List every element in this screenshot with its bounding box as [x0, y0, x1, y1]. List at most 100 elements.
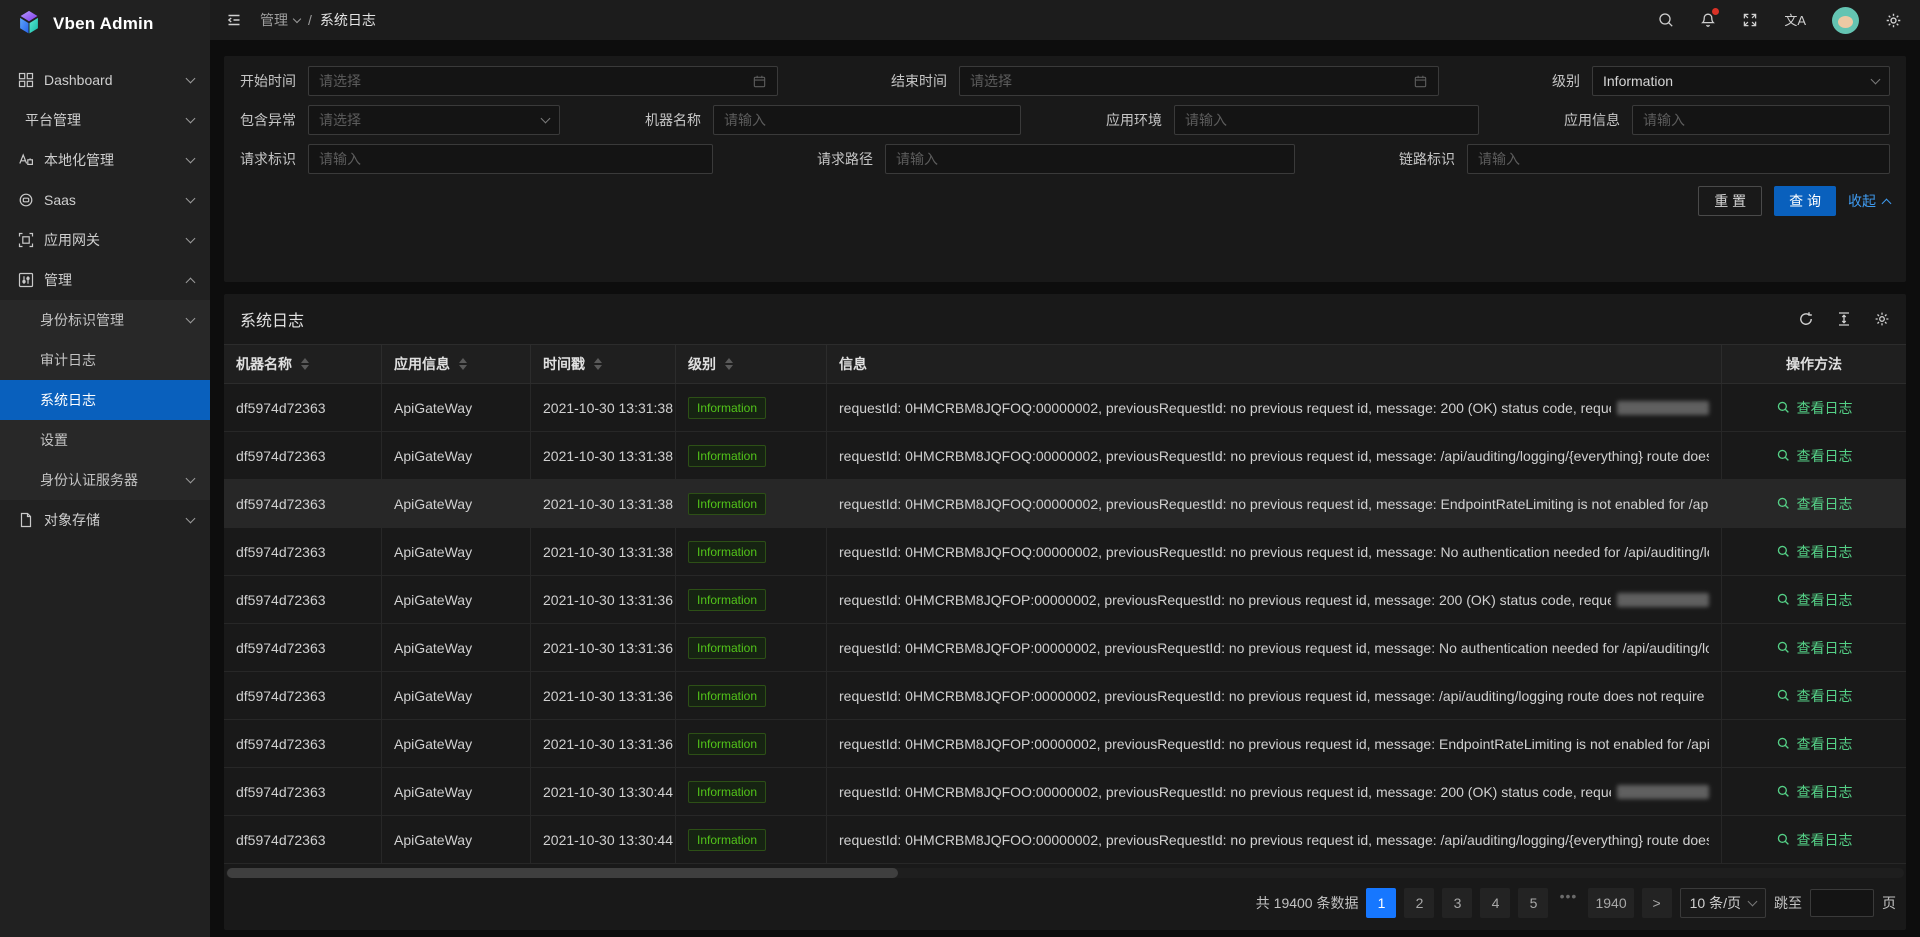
notification-badge	[1712, 8, 1719, 15]
column-settings-gear-icon[interactable]	[1874, 311, 1890, 327]
row-height-icon[interactable]	[1836, 311, 1852, 327]
view-log-action[interactable]: 查看日志	[1722, 432, 1906, 480]
cell-app-info: ApiGateWay	[382, 768, 531, 816]
sidebar-item-settings[interactable]: 设置	[0, 420, 210, 460]
column-header-app-info[interactable]: 应用信息	[382, 345, 531, 384]
view-log-action[interactable]: 查看日志	[1722, 528, 1906, 576]
chevron-down-icon	[186, 314, 196, 324]
management-icon	[18, 272, 34, 288]
sort-icon[interactable]	[594, 358, 602, 370]
view-log-action[interactable]: 查看日志	[1722, 384, 1906, 432]
sort-icon[interactable]	[301, 358, 309, 370]
magnifier-icon	[1776, 592, 1791, 607]
app-root: Vben Admin Dashboard 平台管理 本地化管理	[0, 0, 1920, 937]
page-button-2[interactable]: 2	[1404, 888, 1434, 918]
avatar[interactable]	[1832, 7, 1859, 34]
menu-fold-icon[interactable]	[226, 12, 242, 28]
table-row[interactable]: df5974d72363ApiGateWay2021-10-30 13:30:4…	[224, 768, 1906, 816]
sort-icon[interactable]	[725, 358, 733, 370]
reset-button[interactable]: 重 置	[1698, 186, 1762, 216]
table-row[interactable]: df5974d72363ApiGateWay2021-10-30 13:31:3…	[224, 720, 1906, 768]
sort-icon[interactable]	[459, 358, 467, 370]
search-icon[interactable]	[1658, 12, 1674, 28]
column-header-level[interactable]: 级别	[676, 345, 827, 384]
next-page-button[interactable]: >	[1642, 888, 1672, 918]
settings-gear-icon[interactable]	[1885, 12, 1902, 29]
cell-machine-name: df5974d72363	[224, 816, 382, 864]
page-button-5[interactable]: 5	[1518, 888, 1548, 918]
level-select[interactable]: Information	[1592, 66, 1890, 96]
table-row[interactable]: df5974d72363ApiGateWay2021-10-30 13:31:3…	[224, 576, 1906, 624]
magnifier-icon	[1776, 784, 1791, 799]
page-button-1940[interactable]: 1940	[1588, 888, 1633, 918]
cell-app-info: ApiGateWay	[382, 672, 531, 720]
view-log-action[interactable]: 查看日志	[1722, 480, 1906, 528]
table-row[interactable]: df5974d72363ApiGateWay2021-10-30 13:30:4…	[224, 816, 1906, 864]
horizontal-scrollbar[interactable]	[226, 868, 1904, 878]
page-button-1[interactable]: 1	[1366, 888, 1396, 918]
pagination: 共 19400 条数据 12345•••1940 > 10 条/页 跳至 页	[224, 880, 1906, 930]
environment-input[interactable]	[1174, 105, 1479, 135]
sidebar-item-auth-server[interactable]: 身份认证服务器	[0, 460, 210, 500]
sidebar: Vben Admin Dashboard 平台管理 本地化管理	[0, 0, 210, 937]
start-time-picker[interactable]: 请选择	[308, 66, 778, 96]
sidebar-item-gateway[interactable]: 应用网关	[0, 220, 210, 260]
sidebar-item-management[interactable]: 管理	[0, 260, 210, 300]
sidebar-menu: Dashboard 平台管理 本地化管理 Saas	[0, 48, 210, 540]
filter-panel: 开始时间 请选择 结束时间 请选择	[224, 56, 1906, 282]
view-log-action[interactable]: 查看日志	[1722, 720, 1906, 768]
table-row[interactable]: df5974d72363ApiGateWay2021-10-30 13:31:3…	[224, 624, 1906, 672]
exception-field: 包含异常 请选择	[240, 105, 560, 135]
scrollbar-thumb[interactable]	[227, 868, 898, 878]
search-button[interactable]: 查 询	[1774, 186, 1836, 216]
page-button-4[interactable]: 4	[1480, 888, 1510, 918]
column-header-machine-name[interactable]: 机器名称	[224, 345, 382, 384]
app-info-input[interactable]	[1632, 105, 1890, 135]
sidebar-item-dashboard[interactable]: Dashboard	[0, 60, 210, 100]
sidebar-item-system-log[interactable]: 系统日志	[0, 380, 210, 420]
table-title: 系统日志	[240, 307, 304, 331]
sidebar-item-identity-management[interactable]: 身份标识管理	[0, 300, 210, 340]
cell-app-info: ApiGateWay	[382, 624, 531, 672]
magnifier-icon	[1776, 832, 1791, 847]
logo[interactable]: Vben Admin	[0, 0, 210, 48]
app-title: Vben Admin	[53, 14, 154, 34]
breadcrumb-section[interactable]: 管理	[260, 10, 300, 30]
table-row[interactable]: df5974d72363ApiGateWay2021-10-30 13:31:3…	[224, 480, 1906, 528]
table-row[interactable]: df5974d72363ApiGateWay2021-10-30 13:31:3…	[224, 672, 1906, 720]
view-log-action[interactable]: 查看日志	[1722, 816, 1906, 864]
view-log-action[interactable]: 查看日志	[1722, 768, 1906, 816]
chevron-down-icon	[186, 194, 196, 204]
view-log-action[interactable]: 查看日志	[1722, 672, 1906, 720]
page-size-select[interactable]: 10 条/页	[1680, 888, 1766, 918]
level-badge: Information	[688, 637, 766, 659]
saas-icon	[18, 192, 34, 208]
sidebar-item-localization[interactable]: 本地化管理	[0, 140, 210, 180]
page-button-3[interactable]: 3	[1442, 888, 1472, 918]
column-header-timestamp[interactable]: 时间戳	[531, 345, 676, 384]
view-log-action[interactable]: 查看日志	[1722, 576, 1906, 624]
request-id-input[interactable]	[308, 144, 713, 174]
sidebar-item-saas[interactable]: Saas	[0, 180, 210, 220]
table-row[interactable]: df5974d72363ApiGateWay2021-10-30 13:31:3…	[224, 432, 1906, 480]
table-row[interactable]: df5974d72363ApiGateWay2021-10-30 13:31:3…	[224, 528, 1906, 576]
magnifier-icon	[1776, 688, 1791, 703]
page-ellipsis[interactable]: •••	[1556, 888, 1580, 918]
fullscreen-icon[interactable]	[1742, 12, 1758, 28]
chevron-down-icon	[293, 14, 301, 22]
notification-bell-icon[interactable]	[1700, 12, 1716, 28]
end-time-picker[interactable]: 请选择	[959, 66, 1439, 96]
request-path-input[interactable]	[885, 144, 1295, 174]
exception-select[interactable]: 请选择	[308, 105, 560, 135]
table-row[interactable]: df5974d72363ApiGateWay2021-10-30 13:31:3…	[224, 384, 1906, 432]
sidebar-item-platform[interactable]: 平台管理	[0, 100, 210, 140]
trace-id-input[interactable]	[1467, 144, 1890, 174]
collapse-link[interactable]: 收起	[1848, 191, 1890, 211]
machine-name-input[interactable]	[713, 105, 1021, 135]
translate-icon[interactable]: 文A	[1784, 14, 1806, 27]
refresh-icon[interactable]	[1798, 311, 1814, 327]
sidebar-item-audit-log[interactable]: 审计日志	[0, 340, 210, 380]
sidebar-item-object-storage[interactable]: 对象存储	[0, 500, 210, 540]
page-jump-input[interactable]	[1810, 889, 1874, 917]
view-log-action[interactable]: 查看日志	[1722, 624, 1906, 672]
